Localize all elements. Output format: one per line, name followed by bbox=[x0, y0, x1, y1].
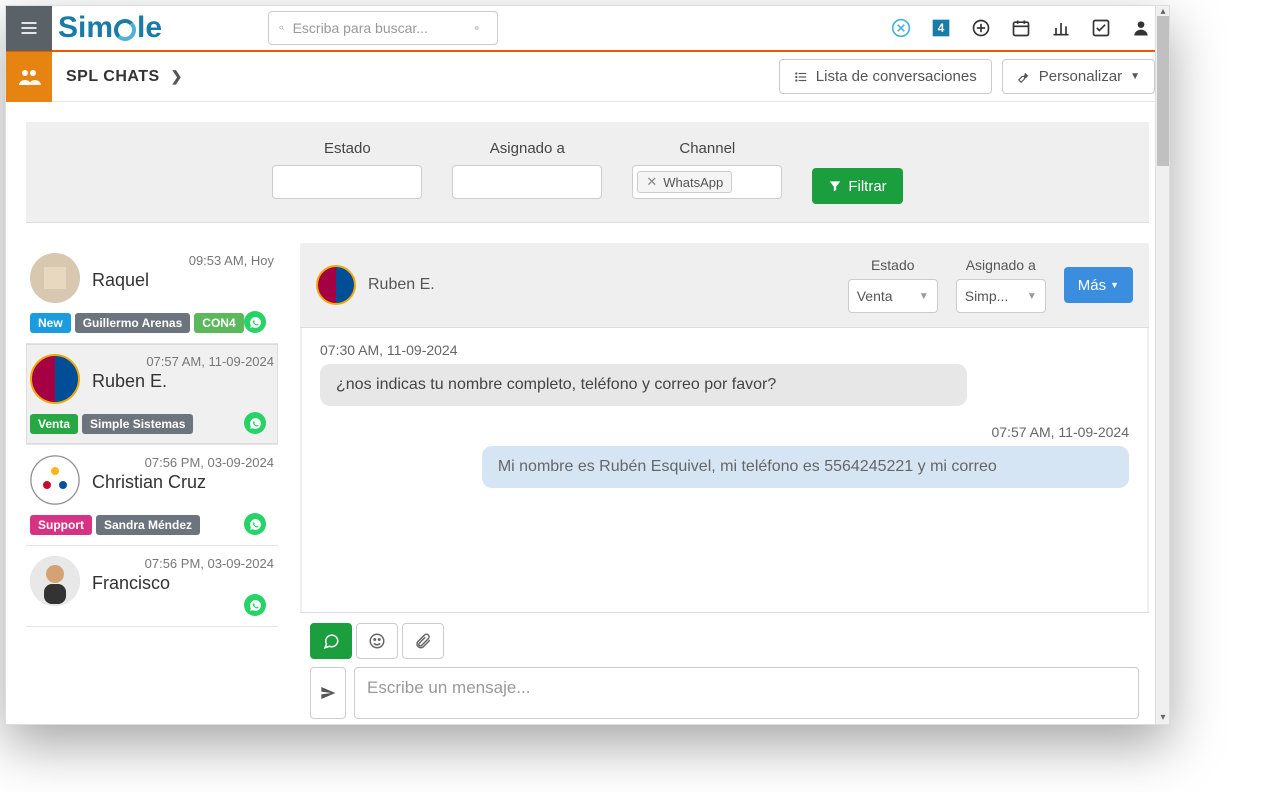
paperclip-icon bbox=[414, 632, 432, 650]
chat-asignado-label: Asignado a bbox=[966, 257, 1036, 273]
conversation-name: Ruben E. bbox=[92, 371, 274, 392]
more-button[interactable]: Más ▼ bbox=[1064, 267, 1133, 303]
whatsapp-icon bbox=[244, 513, 266, 535]
paper-plane-icon bbox=[320, 685, 336, 701]
chat-contact-name: Ruben E. bbox=[368, 276, 435, 294]
conversation-item[interactable]: 07:56 PM, 03-09-2024 Christian Cruz Supp… bbox=[26, 445, 278, 546]
filter-estado-label: Estado bbox=[324, 140, 371, 157]
caret-down-icon: ▼ bbox=[1110, 280, 1119, 290]
tag: Simple Sistemas bbox=[82, 414, 193, 434]
search-dropdown-icon[interactable] bbox=[474, 21, 480, 35]
tag: Support bbox=[30, 515, 92, 535]
section-title[interactable]: SPL CHATS ❯ bbox=[52, 68, 183, 86]
topnav-add-icon[interactable] bbox=[971, 18, 991, 38]
message-time: 07:57 AM, 11-09-2024 bbox=[320, 424, 1129, 440]
message-input[interactable] bbox=[354, 667, 1139, 719]
conversation-list-label: Lista de conversaciones bbox=[816, 68, 977, 85]
topnav-4-icon[interactable]: 4 bbox=[931, 18, 951, 38]
search-icon bbox=[279, 21, 285, 35]
chat-asignado-select[interactable]: Simp... ▼ bbox=[956, 279, 1046, 313]
tag: Venta bbox=[30, 414, 78, 434]
conversation-list-button[interactable]: Lista de conversaciones bbox=[779, 59, 992, 94]
conversation-item[interactable]: 09:53 AM, Hoy Raquel NewGuillermo Arenas… bbox=[26, 243, 278, 344]
speech-bubble-icon bbox=[322, 632, 340, 650]
conversation-item[interactable]: 07:56 PM, 03-09-2024 Francisco bbox=[26, 546, 278, 627]
customize-button[interactable]: Personalizar ▼ bbox=[1002, 59, 1155, 94]
chip-remove-icon[interactable]: ✕ bbox=[646, 174, 657, 190]
tag: New bbox=[30, 313, 71, 333]
whatsapp-icon bbox=[244, 594, 266, 616]
topnav-calendar-icon[interactable] bbox=[1011, 18, 1031, 38]
topnav-checkbox-icon[interactable] bbox=[1091, 18, 1111, 38]
tag: Sandra Méndez bbox=[96, 515, 200, 535]
avatar bbox=[30, 455, 80, 505]
conversation-name: Christian Cruz bbox=[92, 472, 274, 493]
whatsapp-icon bbox=[244, 412, 266, 434]
topnav-user-icon[interactable] bbox=[1131, 18, 1151, 38]
search-input[interactable] bbox=[293, 20, 474, 36]
svg-text:4: 4 bbox=[938, 22, 945, 35]
topnav-x-icon[interactable] bbox=[891, 18, 911, 38]
filter-button-label: Filtrar bbox=[848, 178, 886, 195]
chat-estado-value: Venta bbox=[857, 288, 893, 304]
tag: CON4 bbox=[194, 313, 243, 333]
compose-tab-attach[interactable] bbox=[402, 623, 444, 659]
filter-estado-input[interactable] bbox=[272, 165, 422, 199]
filter-channel-input[interactable]: ✕ WhatsApp bbox=[632, 165, 782, 199]
compose-tab-message[interactable] bbox=[310, 623, 352, 659]
filter-button[interactable]: Filtrar bbox=[812, 168, 902, 204]
filter-channel-label: Channel bbox=[679, 140, 735, 157]
conversation-name: Raquel bbox=[92, 270, 274, 291]
caret-down-icon: ▼ bbox=[1130, 71, 1140, 82]
more-button-label: Más bbox=[1078, 277, 1106, 294]
whatsapp-icon bbox=[244, 311, 266, 333]
section-title-text: SPL CHATS bbox=[66, 68, 160, 85]
filter-asignado-label: Asignado a bbox=[490, 140, 565, 157]
conversation-name: Francisco bbox=[92, 573, 274, 594]
filter-asignado-input[interactable] bbox=[452, 165, 602, 199]
tag: Guillermo Arenas bbox=[75, 313, 191, 333]
message-bubble: ¿nos indicas tu nombre completo, teléfon… bbox=[320, 364, 967, 406]
chat-estado-label: Estado bbox=[871, 257, 915, 273]
chip-label: WhatsApp bbox=[663, 175, 723, 190]
avatar bbox=[30, 253, 80, 303]
conversation-time: 07:56 PM, 03-09-2024 bbox=[92, 556, 274, 571]
conversation-time: 09:53 AM, Hoy bbox=[92, 253, 274, 268]
smiley-icon bbox=[368, 632, 386, 650]
menu-hamburger-button[interactable] bbox=[6, 5, 52, 51]
customize-label: Personalizar bbox=[1039, 68, 1122, 85]
avatar bbox=[30, 354, 80, 404]
conversation-item[interactable]: 07:57 AM, 11-09-2024 Ruben E. VentaSimpl… bbox=[26, 344, 278, 445]
caret-down-icon: ▼ bbox=[919, 291, 929, 302]
wrench-icon bbox=[1017, 70, 1031, 84]
logo[interactable]: Simle bbox=[52, 11, 168, 45]
topnav-chart-icon[interactable] bbox=[1051, 18, 1071, 38]
conversation-time: 07:57 AM, 11-09-2024 bbox=[92, 354, 274, 369]
chat-asignado-value: Simp... bbox=[965, 288, 1009, 304]
global-search[interactable] bbox=[268, 11, 498, 45]
caret-down-icon: ▼ bbox=[1027, 291, 1037, 302]
module-icon bbox=[6, 52, 52, 102]
chevron-right-icon: ❯ bbox=[171, 68, 183, 84]
funnel-icon bbox=[828, 179, 842, 193]
chat-avatar bbox=[316, 265, 356, 305]
message-bubble: Mi nombre es Rubén Esquivel, mi teléfono… bbox=[482, 446, 1129, 488]
message-time: 07:30 AM, 11-09-2024 bbox=[320, 342, 1129, 358]
avatar bbox=[30, 556, 80, 606]
list-icon bbox=[794, 70, 808, 84]
conversation-list[interactable]: 09:53 AM, Hoy Raquel NewGuillermo Arenas… bbox=[26, 243, 286, 725]
chat-estado-select[interactable]: Venta ▼ bbox=[848, 279, 938, 313]
conversation-time: 07:56 PM, 03-09-2024 bbox=[92, 455, 274, 470]
channel-chip[interactable]: ✕ WhatsApp bbox=[637, 171, 732, 193]
send-button[interactable] bbox=[310, 667, 346, 719]
chat-messages-area[interactable]: 07:30 AM, 11-09-2024 ¿nos indicas tu nomb… bbox=[302, 328, 1147, 612]
page-scrollbar[interactable]: ▴ ▾ bbox=[1155, 6, 1169, 724]
compose-tab-emoji[interactable] bbox=[356, 623, 398, 659]
